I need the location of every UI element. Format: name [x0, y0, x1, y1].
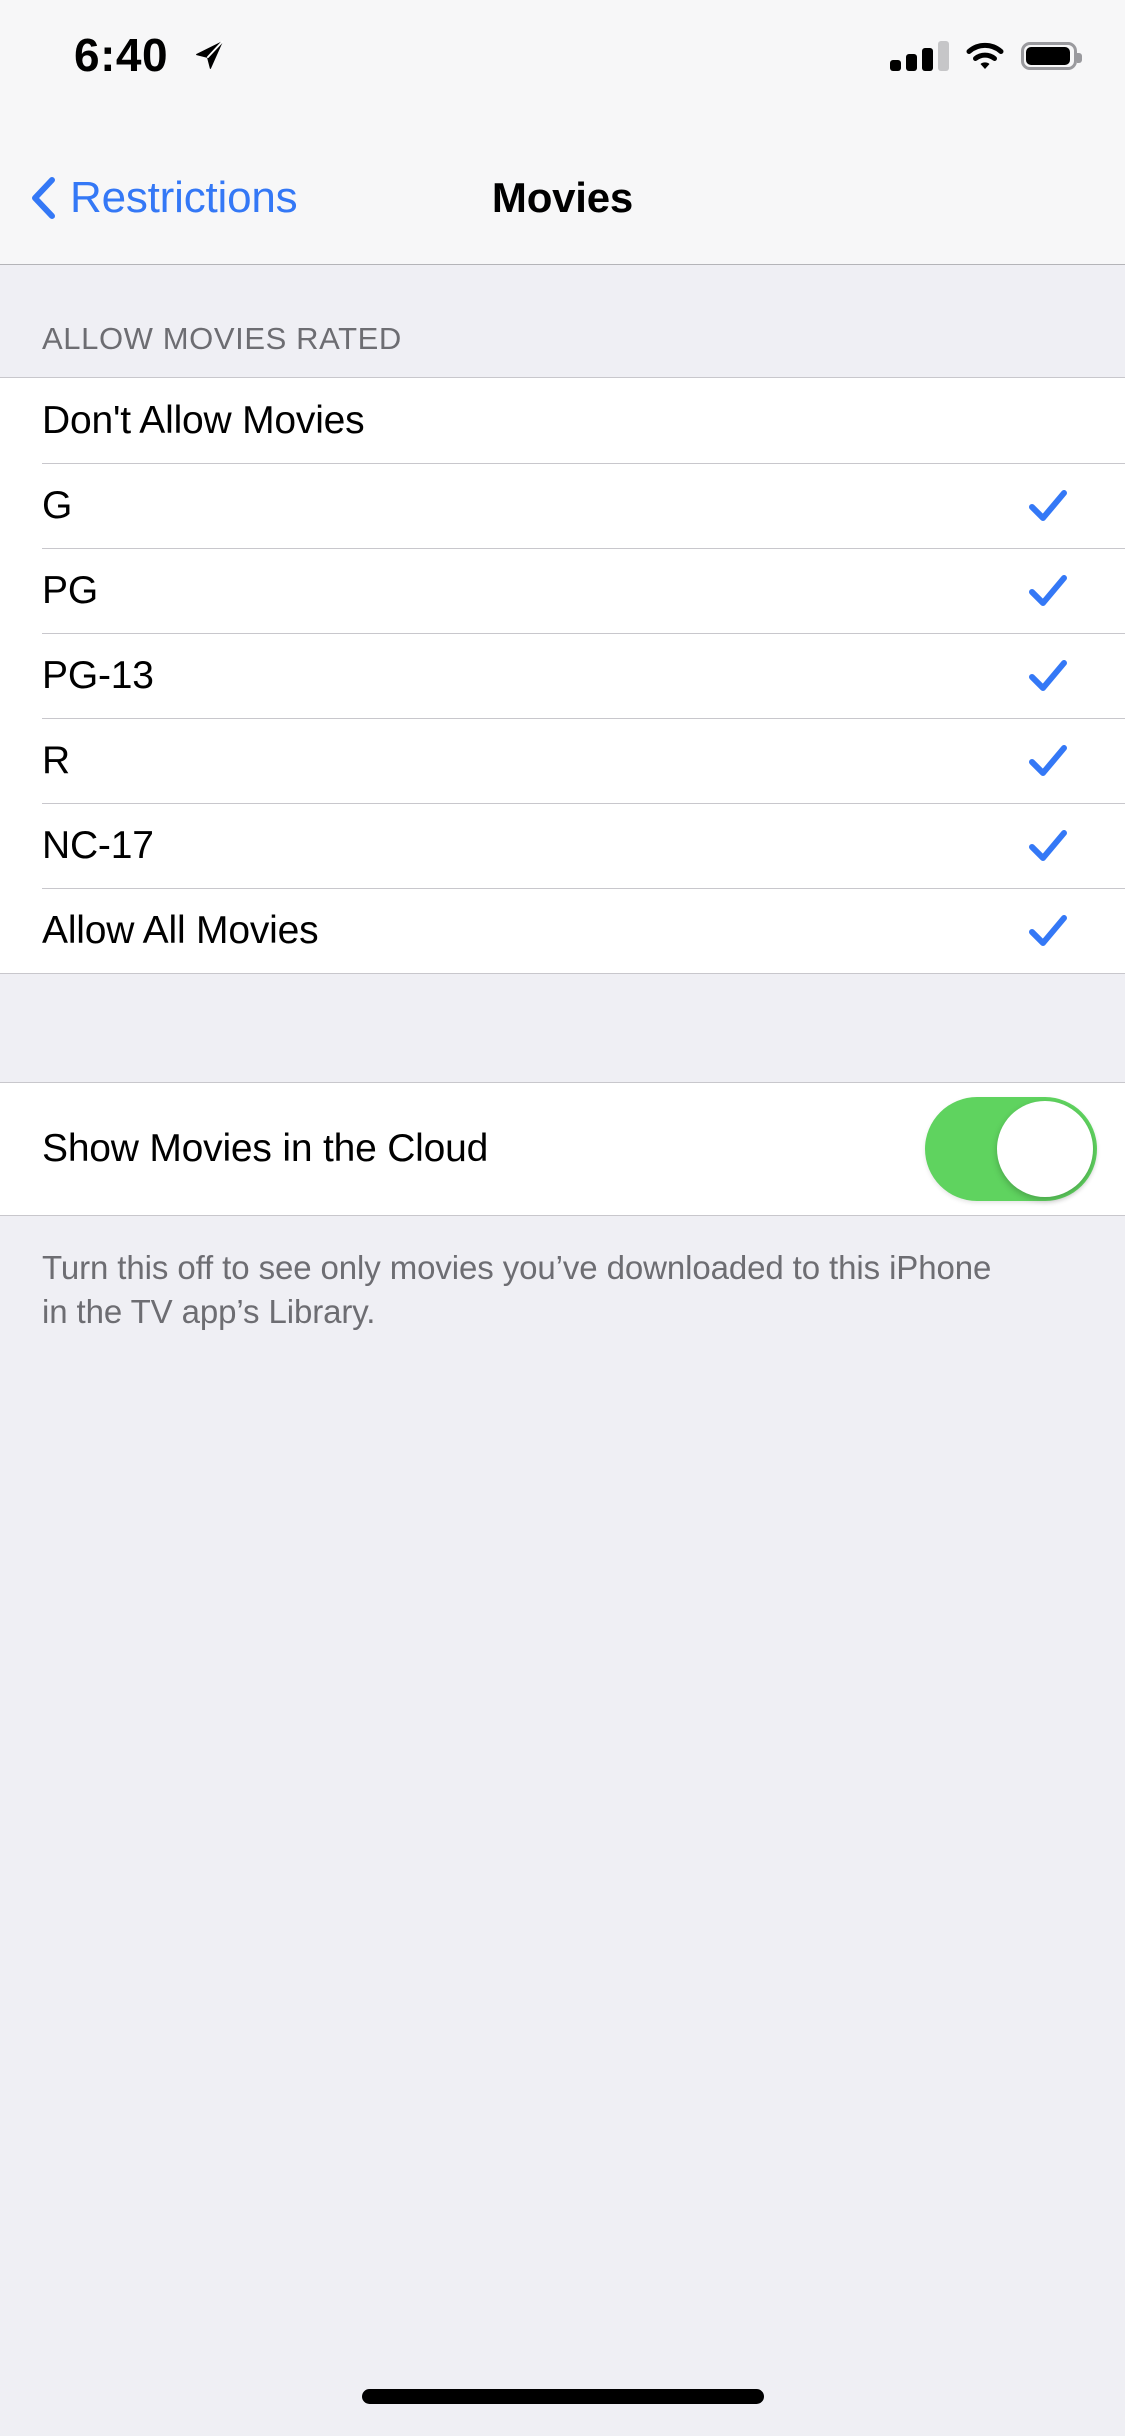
rating-row-r[interactable]: R — [0, 718, 1125, 803]
checkmark-icon — [1027, 655, 1069, 697]
toggle-knob — [997, 1101, 1093, 1197]
movie-ratings-group: Don't Allow Movies G PG PG-13 R NC-17 Al… — [0, 377, 1125, 974]
battery-icon — [1021, 42, 1082, 70]
settings-content: ALLOW MOVIES RATED Don't Allow Movies G — [0, 265, 1125, 2436]
navigation-bar: Restrictions Movies — [0, 132, 1125, 265]
home-indicator-area — [0, 2366, 1125, 2436]
checkmark-icon — [1027, 910, 1069, 952]
back-button[interactable]: Restrictions — [30, 132, 298, 263]
iphone-settings-screen: 6:40 Restrictions Movies ALLOW MOVIES RA… — [0, 0, 1125, 2436]
location-arrow-icon — [190, 36, 228, 74]
show-movies-in-cloud-group: Show Movies in the Cloud — [0, 1082, 1125, 1216]
wifi-icon — [965, 41, 1005, 71]
rating-row-label: PG — [42, 568, 98, 612]
back-button-label: Restrictions — [70, 172, 298, 222]
checkmark-icon — [1027, 825, 1069, 867]
show-movies-in-cloud-toggle[interactable] — [925, 1097, 1097, 1201]
checkmark-icon — [1027, 570, 1069, 612]
show-movies-in-cloud-footer: Turn this off to see only movies you’ve … — [42, 1249, 992, 1330]
rating-row-label: R — [42, 738, 70, 782]
checkmark-icon — [1027, 485, 1069, 527]
rating-row-pg[interactable]: PG — [0, 548, 1125, 633]
home-indicator[interactable] — [361, 2388, 764, 2404]
rating-row-pg-13[interactable]: PG-13 — [0, 633, 1125, 718]
rating-row-label: Don't Allow Movies — [42, 398, 365, 442]
rating-row-label: PG-13 — [42, 653, 154, 697]
show-movies-in-cloud-label: Show Movies in the Cloud — [42, 1127, 489, 1170]
checkmark-icon — [1027, 740, 1069, 782]
rating-row-allow-all-movies[interactable]: Allow All Movies — [0, 888, 1125, 973]
status-bar-indicators — [890, 36, 1082, 76]
section-header-allow-movies-rated: ALLOW MOVIES RATED — [42, 321, 402, 356]
show-movies-in-cloud-row[interactable]: Show Movies in the Cloud — [0, 1083, 1125, 1215]
rating-row-g[interactable]: G — [0, 463, 1125, 548]
status-bar-clock: 6:40 — [74, 29, 169, 81]
rating-row-label: NC-17 — [42, 823, 154, 867]
rating-row-dont-allow-movies[interactable]: Don't Allow Movies — [0, 378, 1125, 463]
chevron-left-icon — [30, 176, 56, 220]
rating-row-label: Allow All Movies — [42, 908, 319, 952]
rating-row-nc-17[interactable]: NC-17 — [0, 803, 1125, 888]
section-gap — [0, 974, 1125, 1082]
status-bar: 6:40 — [0, 0, 1125, 132]
rating-row-label: G — [42, 483, 73, 527]
cellular-signal-icon — [890, 41, 949, 71]
